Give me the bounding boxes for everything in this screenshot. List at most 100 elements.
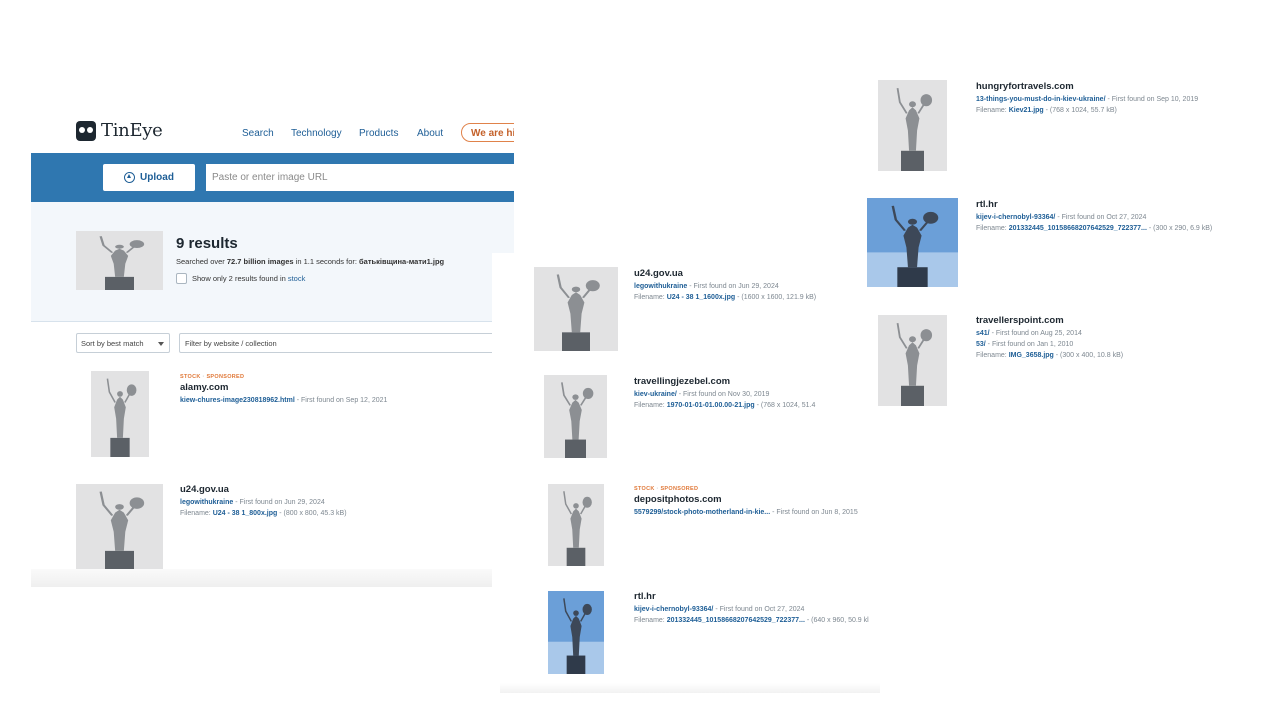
query-image — [76, 231, 163, 290]
result-meta: - (800 x 800, 45.3 kB) — [277, 510, 347, 517]
result-site[interactable]: u24.gov.ua — [634, 268, 816, 279]
results-summary: 9 results Searched over 72.7 billion ima… — [31, 202, 514, 322]
filename-label: Filename: — [634, 294, 667, 301]
result-thumbnail[interactable] — [867, 198, 958, 287]
result-link[interactable]: kijev-i-chernobyl-93364/ — [976, 214, 1055, 221]
result-meta: - First found on Sep 12, 2021 — [294, 397, 388, 404]
search-info: Searched over 72.7 billion images in 1.1… — [176, 257, 445, 266]
result-meta: - First found on Nov 30, 2019 — [676, 391, 770, 398]
result-meta: - First found on Oct 27, 2024 — [1055, 214, 1147, 221]
result-link[interactable]: kiev-ukraine/ — [634, 391, 677, 398]
result-meta: - (640 x 960, 50.9 kl — [804, 617, 869, 624]
stock-tag: STOCK · SPONSORED — [634, 486, 699, 492]
result-link[interactable]: legowithukraine — [180, 499, 233, 506]
result-detail-line: s41/ - First found on Aug 25, 2014 — [976, 330, 1123, 337]
result-link[interactable]: legowithukraine — [634, 283, 687, 290]
result-thumbnail[interactable] — [878, 315, 947, 406]
result-link[interactable]: kiew-chures-image230818962.html — [180, 397, 295, 404]
result-link[interactable]: 201332445_10158668207642529_722377... — [667, 617, 805, 624]
result-entry: rtl.hr kijev-i-chernobyl-93364/ - First f… — [634, 591, 869, 624]
result-meta: - First found on Jun 29, 2024 — [233, 499, 325, 506]
result-thumbnail[interactable] — [544, 375, 607, 458]
result-entry: u24.gov.ua legowithukraine - First found … — [180, 484, 347, 517]
result-link[interactable]: IMG_3658.jpg — [1009, 352, 1054, 359]
tineye-logo[interactable]: TinEye — [76, 120, 163, 141]
upload-icon — [124, 172, 136, 183]
result-site[interactable]: rtl.hr — [634, 591, 869, 602]
result-entry: hungryfortravels.com 13-things-you-must-d… — [976, 81, 1198, 114]
result-detail-line: Filename: IMG_3658.jpg - (300 x 400, 10.… — [976, 352, 1123, 359]
result-detail-line: 5579299/stock-photo-motherland-in-kie...… — [634, 509, 858, 516]
results-panel-right: hungryfortravels.com 13-things-you-must-d… — [860, 70, 1280, 420]
result-link[interactable]: s41/ — [976, 330, 990, 337]
result-link[interactable]: 5579299/stock-photo-motherland-in-kie... — [634, 509, 770, 516]
result-detail-line: 13-things-you-must-do-in-kiev-ukraine/ -… — [976, 96, 1198, 103]
result-link[interactable]: kijev-i-chernobyl-93364/ — [634, 606, 713, 613]
result-link[interactable]: 1970-01-01-01.00.00-21.jpg — [667, 402, 755, 409]
result-meta: - First found on Oct 27, 2024 — [713, 606, 805, 613]
result-entry: u24.gov.ua legowithukraine - First found … — [634, 268, 816, 301]
filename-label: Filename: — [976, 107, 1009, 114]
scroll-fade — [31, 569, 514, 587]
upload-button[interactable]: Upload — [103, 164, 195, 191]
result-thumbnail[interactable] — [878, 80, 947, 171]
result-entry: rtl.hr kijev-i-chernobyl-93364/ - First f… — [976, 199, 1212, 232]
result-thumbnail[interactable] — [534, 267, 618, 351]
result-link[interactable]: U24 - 38 1_1600x.jpg — [667, 294, 736, 301]
result-link[interactable]: 13-things-you-must-do-in-kiev-ukraine/ — [976, 96, 1106, 103]
result-meta: - First found on Jun 29, 2024 — [687, 283, 779, 290]
result-entry: travellingjezebel.com kiev-ukraine/ - Fir… — [634, 376, 815, 409]
result-thumbnail[interactable] — [91, 371, 149, 457]
result-link[interactable]: U24 - 38 1_800x.jpg — [213, 510, 278, 517]
result-link[interactable]: Kiev21.jpg — [1009, 107, 1044, 114]
result-site[interactable]: rtl.hr — [976, 199, 1212, 210]
nav-products[interactable]: Products — [359, 128, 398, 139]
result-site[interactable]: alamy.com — [180, 382, 387, 393]
result-detail-line: legowithukraine - First found on Jun 29,… — [180, 499, 347, 506]
result-entry: STOCK · SPONSORED depositphotos.com 557929… — [634, 486, 858, 516]
stock-checkbox[interactable] — [176, 273, 187, 284]
result-detail-line: Filename: 201332445_10158668207642529_72… — [976, 225, 1212, 232]
image-url-input[interactable] — [206, 164, 514, 191]
result-site[interactable]: hungryfortravels.com — [976, 81, 1198, 92]
result-detail-line: Filename: 1970-01-01-01.00.00-21.jpg - (… — [634, 402, 815, 409]
result-meta: - First found on Sep 10, 2019 — [1105, 96, 1199, 103]
result-thumbnail[interactable] — [76, 484, 163, 570]
hiring-button[interactable]: We are hi — [461, 123, 514, 142]
result-detail-line: 53/ - First found on Jan 1, 2010 — [976, 341, 1123, 348]
result-meta: - First found on Jan 1, 2010 — [985, 341, 1074, 348]
logo-text: TinEye — [101, 120, 163, 141]
stock-tag: STOCK · SPONSORED — [180, 374, 245, 380]
result-detail-line: Filename: Kiev21.jpg - (768 x 1024, 55.7… — [976, 107, 1198, 114]
result-meta: - First found on Aug 25, 2014 — [989, 330, 1082, 337]
filename-label: Filename: — [634, 402, 667, 409]
result-detail-line: kijev-i-chernobyl-93364/ - First found o… — [976, 214, 1212, 221]
sort-select[interactable]: Sort by best match — [76, 333, 170, 353]
filename-label: Filename: — [180, 510, 213, 517]
result-thumbnail[interactable] — [548, 484, 604, 566]
result-detail-line: legowithukraine - First found on Jun 29,… — [634, 283, 816, 290]
stock-link[interactable]: stock — [288, 274, 306, 283]
chevron-down-icon — [158, 342, 164, 346]
result-detail-line: kiew-chures-image230818962.html - First … — [180, 397, 387, 404]
top-nav: TinEye Search Technology Products About … — [31, 107, 514, 153]
result-link[interactable]: 201332445_10158668207642529_722377... — [1009, 225, 1147, 232]
nav-search[interactable]: Search — [242, 128, 274, 139]
result-detail-line: kiev-ukraine/ - First found on Nov 30, 2… — [634, 391, 815, 398]
filter-input[interactable]: Filter by website / collection — [179, 333, 514, 353]
results-panel-middle: u24.gov.ua legowithukraine - First found … — [492, 253, 875, 693]
result-entry: travellerspoint.com s41/ - First found on… — [976, 315, 1123, 359]
result-meta: - (768 x 1024, 55.7 kB) — [1043, 107, 1117, 114]
result-link[interactable]: 53/ — [976, 341, 986, 348]
result-site[interactable]: travellerspoint.com — [976, 315, 1123, 326]
result-site[interactable]: u24.gov.ua — [180, 484, 347, 495]
result-site[interactable]: depositphotos.com — [634, 494, 858, 505]
results-count: 9 results — [176, 235, 238, 252]
result-detail-line: Filename: U24 - 38 1_1600x.jpg - (1600 x… — [634, 294, 816, 301]
nav-technology[interactable]: Technology — [291, 128, 342, 139]
nav-about[interactable]: About — [417, 128, 443, 139]
stock-filter: Show only 2 results found in stock — [176, 273, 305, 284]
result-thumbnail[interactable] — [548, 591, 604, 674]
result-detail-line: Filename: 201332445_10158668207642529_72… — [634, 617, 869, 624]
result-site[interactable]: travellingjezebel.com — [634, 376, 815, 387]
